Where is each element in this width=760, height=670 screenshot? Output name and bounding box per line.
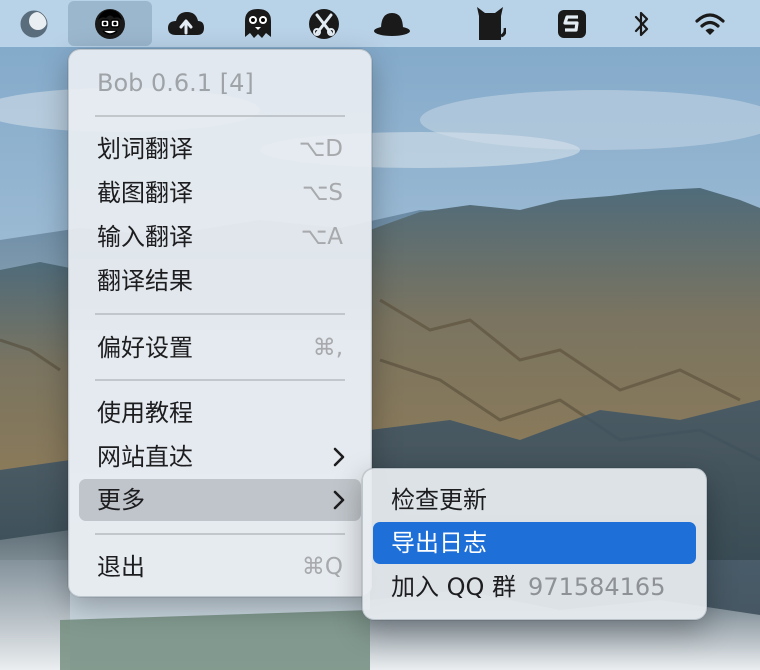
- menu-item-website-shortcuts[interactable]: 网站直达: [79, 436, 361, 478]
- hat-icon[interactable]: [360, 0, 424, 47]
- focus-ring-icon[interactable]: [2, 0, 66, 47]
- menu-bar: [0, 0, 760, 47]
- chevron-right-icon: [333, 490, 345, 510]
- menu-item-screenshot-translate[interactable]: 截图翻译 ⌥S: [79, 172, 361, 214]
- menu-header-version: Bob 0.6.1 [4]: [97, 69, 254, 97]
- menu-separator: [95, 313, 345, 315]
- cloud-upload-icon[interactable]: [154, 0, 218, 47]
- menu-item-quit[interactable]: 退出 ⌘Q: [79, 546, 361, 588]
- menu-item-select-translate[interactable]: 划词翻译 ⌥D: [79, 128, 361, 170]
- scissors-app-icon[interactable]: [292, 0, 356, 47]
- bob-dropdown-menu: Bob 0.6.1 [4] 划词翻译 ⌥D 截图翻译 ⌥S 输入翻译 ⌥A 翻译…: [68, 49, 372, 597]
- s-app-icon[interactable]: [540, 0, 604, 47]
- submenu-item-join-qq-group[interactable]: 加入 QQ 群 971584165: [373, 566, 696, 608]
- qq-group-number: 971584165: [528, 573, 666, 601]
- menu-item-input-translate[interactable]: 输入翻译 ⌥A: [79, 216, 361, 258]
- more-submenu: 检查更新 导出日志 加入 QQ 群 971584165: [362, 468, 707, 620]
- chevron-right-icon: [333, 447, 345, 467]
- submenu-item-export-log[interactable]: 导出日志: [373, 522, 696, 564]
- menu-separator: [95, 115, 345, 117]
- qq-group-label: 加入 QQ 群: [391, 573, 517, 601]
- submenu-item-check-update[interactable]: 检查更新: [373, 479, 696, 521]
- menu-separator: [95, 533, 345, 535]
- menu-separator: [95, 379, 345, 381]
- bluetooth-icon[interactable]: [610, 0, 674, 47]
- wifi-icon[interactable]: [678, 0, 742, 47]
- black-cat-icon[interactable]: [458, 0, 522, 47]
- menu-item-tutorial[interactable]: 使用教程: [79, 392, 361, 434]
- ghost-icon[interactable]: [226, 0, 290, 47]
- menu-item-more[interactable]: 更多: [79, 479, 361, 521]
- bob-app-icon[interactable]: [68, 1, 152, 46]
- menu-item-preferences[interactable]: 偏好设置 ⌘,: [79, 327, 361, 369]
- menu-item-translation-result[interactable]: 翻译结果: [79, 260, 361, 302]
